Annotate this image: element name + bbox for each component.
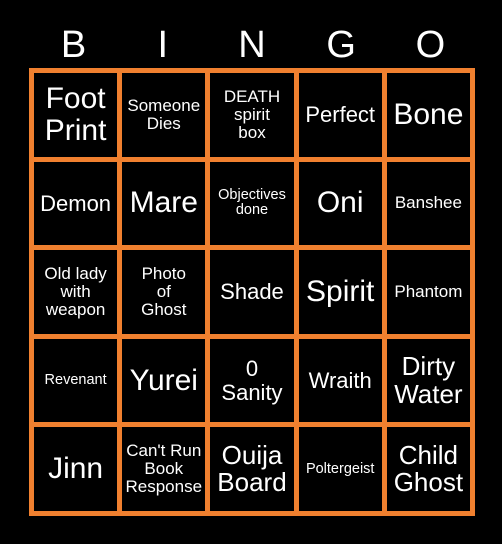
- bingo-cell[interactable]: 0 Sanity: [210, 338, 294, 423]
- bingo-cell[interactable]: Revenant: [34, 338, 118, 423]
- bingo-cell[interactable]: Objectives done: [210, 161, 294, 246]
- bingo-card: B I N G O Foot Print Someone Dies DEATH sp…: [0, 0, 502, 544]
- bingo-cell[interactable]: Wraith: [298, 338, 382, 423]
- bingo-cell[interactable]: Old lady with weapon: [34, 250, 118, 334]
- bingo-header-row: B I N G O: [29, 22, 475, 68]
- bingo-cell[interactable]: Mare: [122, 161, 206, 246]
- bingo-cell[interactable]: Can't Run Book Response: [122, 427, 206, 511]
- header-letter-i: I: [157, 24, 169, 66]
- bingo-cell[interactable]: Yurei: [122, 338, 206, 423]
- bingo-cell[interactable]: Bone: [386, 73, 470, 157]
- bingo-cell[interactable]: DEATH spirit box: [210, 73, 294, 157]
- bingo-cell[interactable]: Demon: [34, 161, 118, 246]
- bingo-cell[interactable]: Banshee: [386, 161, 470, 246]
- bingo-cell[interactable]: Photo of Ghost: [122, 250, 206, 334]
- bingo-cell[interactable]: Poltergeist: [298, 427, 382, 511]
- header-letter-b: B: [60, 24, 87, 66]
- bingo-cell[interactable]: Perfect: [298, 73, 382, 157]
- bingo-cell[interactable]: Jinn: [34, 427, 118, 511]
- header-letter-g: G: [326, 24, 356, 66]
- bingo-grid: Foot Print Someone Dies DEATH spirit box Pe…: [29, 68, 475, 516]
- bingo-cell[interactable]: Foot Print: [34, 73, 118, 157]
- bingo-cell[interactable]: Child Ghost: [386, 427, 470, 511]
- bingo-cell[interactable]: Phantom: [386, 250, 470, 334]
- header-letter-n: N: [238, 24, 266, 66]
- bingo-cell[interactable]: Ouija Board: [210, 427, 294, 511]
- bingo-cell[interactable]: Someone Dies: [122, 73, 206, 157]
- bingo-cell[interactable]: Spirit: [298, 250, 382, 334]
- bingo-cell[interactable]: Oni: [298, 161, 382, 246]
- bingo-cell[interactable]: Dirty Water: [386, 338, 470, 423]
- bingo-cell[interactable]: Shade: [210, 250, 294, 334]
- header-letter-o: O: [415, 24, 446, 66]
